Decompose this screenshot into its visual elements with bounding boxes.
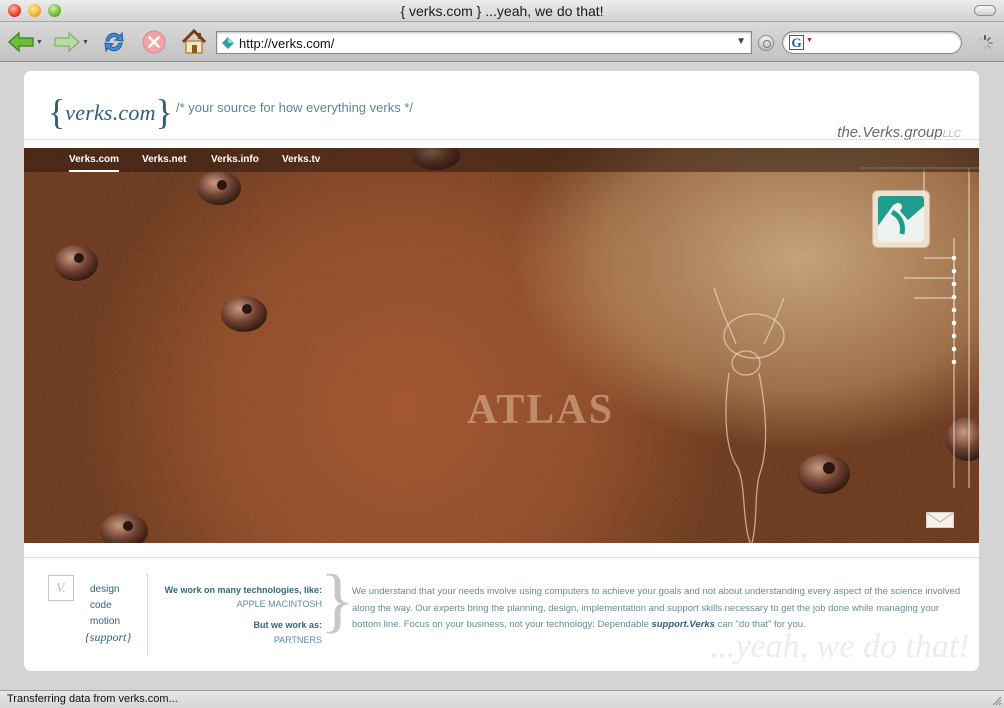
header-divider (24, 139, 979, 140)
service-design[interactable]: design (90, 582, 131, 598)
tech-heading: We work on many technologies, like: (164, 585, 322, 595)
back-history-caret[interactable]: ▼ (36, 39, 43, 46)
work-heading: But we work as: (253, 620, 322, 630)
circuit-dots (951, 255, 957, 365)
hero-atlas-text: ATLAS (467, 387, 614, 433)
address-bar[interactable]: http://verks.com/ ▼ (216, 31, 752, 54)
resize-grip-icon[interactable] (990, 694, 1002, 706)
hero-banner: Verks.com Verks.net Verks.info Verks.tv … (24, 148, 979, 543)
services-list: design code motion {support} (85, 582, 131, 645)
forward-arrow-icon (54, 31, 80, 53)
description-text-2: can "do that" for you. (714, 619, 806, 630)
v-mark: V. (48, 575, 74, 601)
badge-graphic (878, 196, 924, 242)
page-viewport: {verks.com} /* your source for how every… (0, 63, 1004, 690)
forward-history-caret[interactable]: ▼ (82, 39, 89, 46)
home-button[interactable] (178, 28, 210, 56)
logo-brace-open: { (48, 92, 66, 132)
go-button[interactable] (758, 35, 774, 51)
loading-spinner-icon (977, 35, 993, 51)
status-text: Transferring data from verks.com... (7, 693, 178, 705)
footer-brace: } (320, 560, 355, 640)
service-motion[interactable]: motion (90, 614, 131, 630)
description-emphasis[interactable]: support.Verks (651, 619, 715, 630)
page-card: {verks.com} /* your source for how every… (24, 71, 979, 671)
site-logo[interactable]: {verks.com} (48, 91, 173, 133)
tech-value: APPLE MACINTOSH (236, 599, 322, 609)
window-titlebar: { verks.com } ...yeah, we do that! (0, 0, 1004, 22)
mail-icon[interactable] (926, 512, 954, 528)
logo-brace-close: } (155, 92, 173, 132)
url-history-caret[interactable]: ▼ (736, 36, 746, 47)
badge-figure-icon (878, 203, 924, 242)
reload-icon (104, 31, 124, 53)
stop-icon (142, 30, 166, 54)
slogan-watermark: ...yeah, we do that! (710, 628, 970, 665)
service-code[interactable]: code (90, 598, 131, 614)
work-value: PARTNERS (273, 635, 322, 645)
back-button[interactable]: ▼ (6, 28, 44, 56)
nav-verks-com[interactable]: Verks.com (69, 154, 120, 172)
site-nav: Verks.com Verks.net Verks.info Verks.tv (24, 148, 979, 172)
nav-verks-tv[interactable]: Verks.tv (282, 154, 320, 165)
search-engine-caret[interactable]: ▼ (806, 37, 813, 44)
reload-button[interactable] (99, 28, 129, 56)
search-field[interactable]: G ▼ (782, 31, 962, 54)
logo-text: verks.com (65, 100, 156, 125)
google-search-icon[interactable]: G (789, 35, 804, 50)
site-tagline: /* your source for how everything verks … (176, 100, 413, 115)
company-description: We understand that your needs involve us… (352, 584, 962, 634)
toolbar-toggle-button[interactable] (974, 5, 996, 16)
nav-verks-info[interactable]: Verks.info (211, 154, 259, 165)
page-footer: V. design code motion {support} We work … (24, 558, 979, 671)
footer-separator (147, 574, 148, 656)
window-title: { verks.com } ...yeah, we do that! (400, 3, 604, 19)
home-icon (181, 28, 207, 54)
verks-badge[interactable] (872, 190, 930, 248)
status-bar: Transferring data from verks.com... (0, 690, 1004, 708)
service-support[interactable]: {support} (85, 630, 131, 645)
rust-texture (24, 148, 979, 543)
stop-button[interactable] (139, 28, 169, 56)
back-arrow-icon (8, 31, 34, 53)
nav-verks-net[interactable]: Verks.net (142, 154, 186, 165)
browser-toolbar: ▼ ▼ http://verks.com/ ▼ G ▼ (0, 22, 1004, 62)
url-text[interactable]: http://verks.com/ (239, 36, 334, 51)
site-favicon-icon (222, 37, 234, 49)
forward-button[interactable]: ▼ (52, 28, 90, 56)
